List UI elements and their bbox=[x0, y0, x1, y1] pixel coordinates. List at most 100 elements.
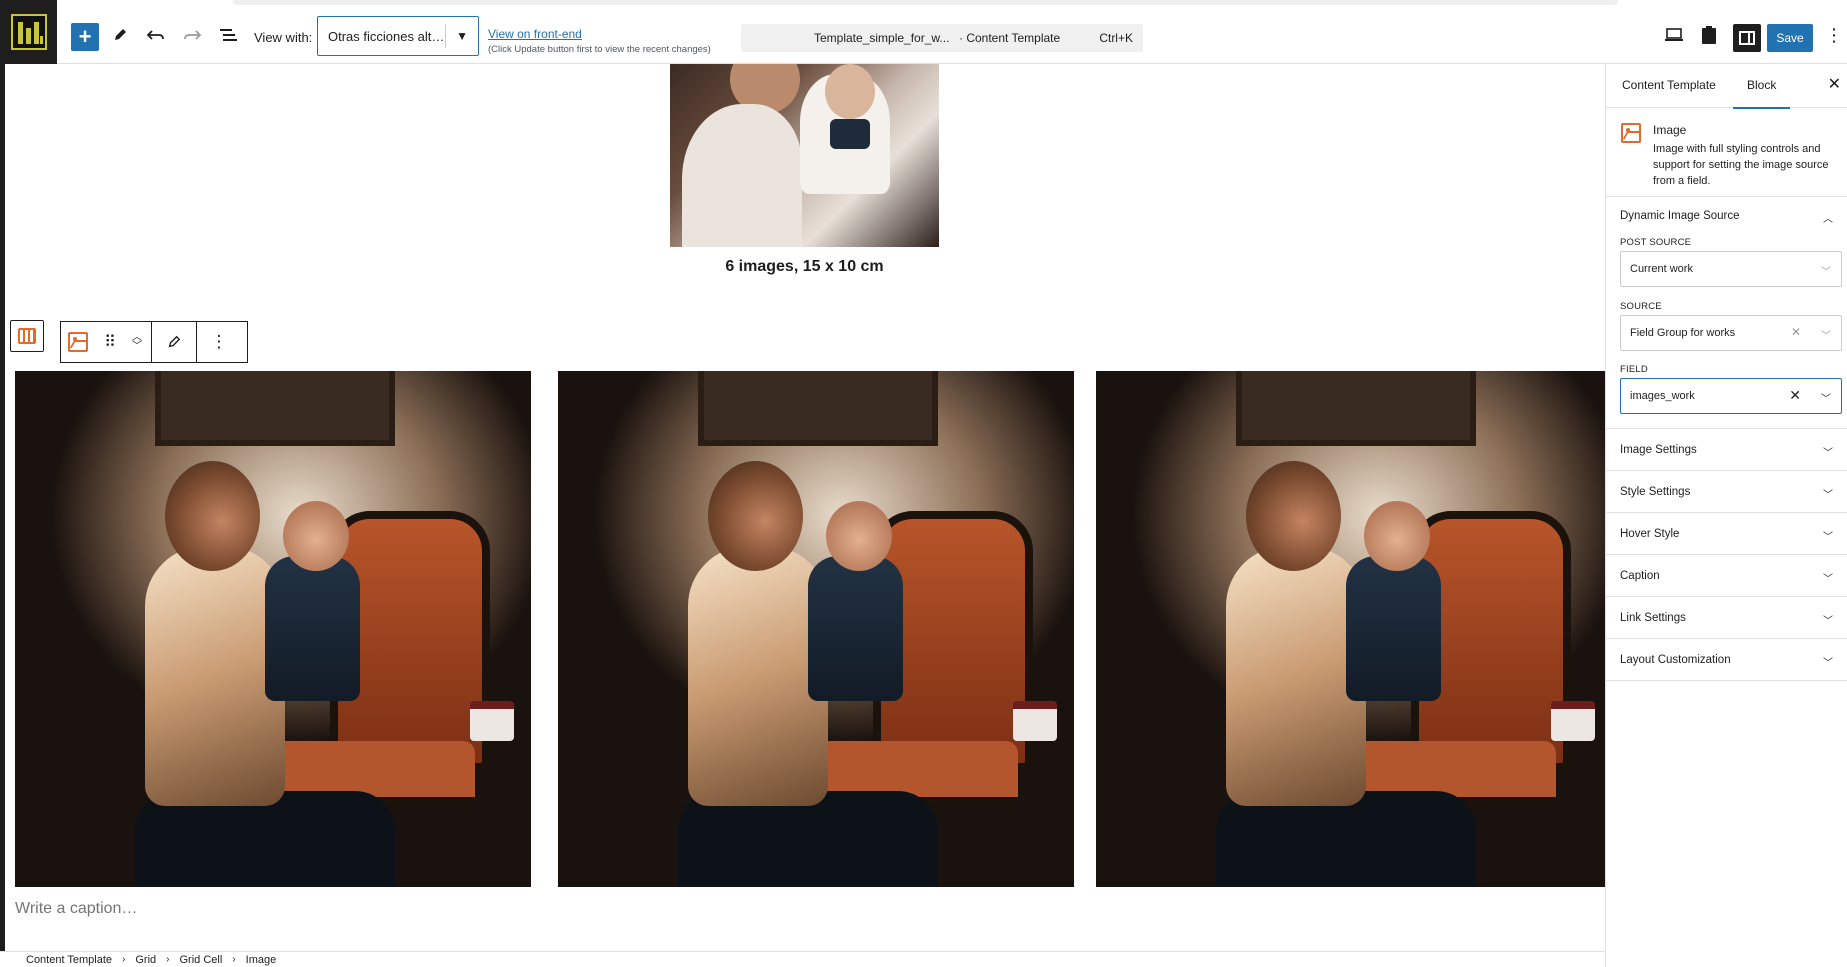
top-image[interactable] bbox=[670, 64, 939, 247]
chevron-right-icon: › bbox=[166, 954, 170, 965]
settings-sidebar: Content Template Block ✕ Image Image wit… bbox=[1605, 64, 1847, 967]
grid-cell-image[interactable] bbox=[558, 371, 1074, 887]
view-with-value: Otras ficciones alter... bbox=[328, 28, 446, 44]
undo-button[interactable] bbox=[142, 21, 170, 49]
breadcrumb-item[interactable]: Content Template bbox=[26, 954, 112, 966]
image-block-icon bbox=[68, 332, 88, 352]
image-block-icon bbox=[1621, 123, 1641, 143]
command-palette-bar[interactable]: Template_simple_for_w... · Content Templ… bbox=[741, 24, 1143, 52]
tab-content-template[interactable]: Content Template bbox=[1622, 78, 1716, 92]
chevron-down-icon: ▼ bbox=[456, 29, 469, 43]
breadcrumb-item[interactable]: Image bbox=[246, 954, 277, 966]
save-button[interactable]: Save bbox=[1767, 24, 1813, 52]
template-settings-button[interactable] bbox=[1695, 21, 1723, 49]
panel-title: Layout Customization bbox=[1620, 654, 1731, 666]
preview-desktop-button[interactable] bbox=[1660, 21, 1688, 49]
more-vertical-icon: ⋮ bbox=[210, 332, 228, 351]
clipboard-icon bbox=[1702, 26, 1716, 44]
drag-handle[interactable]: ⠿ bbox=[95, 322, 123, 362]
block-toolbar-group-main: ⠿ ︿ ﹀ bbox=[61, 322, 152, 362]
field-select[interactable]: images_work ✕ ﹀ bbox=[1620, 378, 1842, 414]
chevron-up-icon[interactable]: ︿ bbox=[1823, 210, 1833, 225]
command-shortcut: Ctrl+K bbox=[1099, 31, 1133, 45]
panel-layout-customization[interactable]: Layout Customization ﹀ bbox=[1606, 639, 1847, 681]
clear-icon[interactable]: ✕ bbox=[1789, 387, 1801, 404]
panel-dynamic-image-source: Dynamic Image Source ︿ POST SOURCE Curre… bbox=[1606, 197, 1847, 429]
block-breadcrumb: Content Template › Grid › Grid Cell › Im… bbox=[0, 951, 1605, 967]
options-button[interactable]: ⋮ bbox=[1820, 21, 1847, 49]
source-value: Field Group for works bbox=[1630, 327, 1736, 339]
source-select[interactable]: Field Group for works ✕ ﹀ bbox=[1620, 315, 1842, 351]
frontend-note: (Click Update button first to view the r… bbox=[488, 44, 711, 55]
grid-block-icon bbox=[18, 328, 36, 344]
plus-icon: + bbox=[78, 24, 92, 49]
document-overview-button[interactable] bbox=[215, 21, 243, 49]
panel-image-settings[interactable]: Image Settings ﹀ bbox=[1606, 429, 1847, 471]
block-mover[interactable]: ︿ ﹀ bbox=[123, 322, 151, 362]
panel-title: Style Settings bbox=[1620, 486, 1691, 498]
close-icon[interactable]: ✕ bbox=[1828, 74, 1841, 94]
template-name: Template_simple_for_w... bbox=[814, 31, 950, 45]
add-block-button[interactable]: + bbox=[71, 23, 99, 51]
block-card-title: Image bbox=[1653, 123, 1687, 137]
top-scrollbar[interactable] bbox=[233, 0, 1618, 5]
pencil-icon bbox=[168, 335, 181, 348]
logo-icon bbox=[10, 14, 47, 50]
list-view-icon bbox=[220, 29, 237, 41]
view-on-frontend-link[interactable]: View on front-end bbox=[488, 27, 582, 41]
grid-cell-image[interactable] bbox=[1096, 371, 1605, 887]
more-vertical-icon: ⋮ bbox=[1825, 24, 1843, 45]
sidebar-icon bbox=[1739, 31, 1755, 45]
block-card-description: Image with full styling controls and sup… bbox=[1653, 143, 1829, 187]
pencil-icon bbox=[115, 29, 126, 40]
panel-link-settings[interactable]: Link Settings ﹀ bbox=[1606, 597, 1847, 639]
editor-canvas: 6 images, 15 x 10 cm ⠿ ︿ ﹀ ⋮ Write a cap… bbox=[0, 64, 1605, 951]
tab-block[interactable]: Block bbox=[1732, 78, 1791, 109]
photo-mother-child bbox=[558, 371, 1074, 887]
edit-block-button[interactable] bbox=[152, 322, 196, 362]
panel-title: Image Settings bbox=[1620, 444, 1697, 456]
sidebar-tabs: Content Template Block ✕ bbox=[1606, 64, 1847, 109]
breadcrumb-item[interactable]: Grid bbox=[135, 954, 156, 966]
panel-title[interactable]: Dynamic Image Source bbox=[1620, 210, 1740, 222]
post-source-label: POST SOURCE bbox=[1620, 237, 1692, 248]
chevron-down-icon: ﹀ bbox=[1823, 448, 1833, 459]
redo-icon bbox=[184, 30, 201, 40]
panel-title: Link Settings bbox=[1620, 612, 1686, 624]
photo-mother-child bbox=[1096, 371, 1605, 887]
post-source-select[interactable]: Current work ﹀ bbox=[1620, 251, 1842, 287]
block-card: Image Image with full styling controls a… bbox=[1606, 108, 1847, 197]
move-down-icon[interactable]: ﹀ bbox=[132, 342, 142, 352]
view-with-select[interactable]: Otras ficciones alter... ▼ bbox=[317, 16, 479, 56]
undo-icon bbox=[147, 30, 164, 40]
image-set-caption: 6 images, 15 x 10 cm bbox=[725, 258, 884, 275]
panel-caption[interactable]: Caption ﹀ bbox=[1606, 555, 1847, 597]
photo-mother-child bbox=[15, 371, 531, 887]
block-toolbar-group-options: ⋮ bbox=[197, 322, 241, 362]
chevron-down-icon: ﹀ bbox=[1823, 532, 1833, 543]
chevron-down-icon: ﹀ bbox=[1823, 658, 1833, 669]
image-grid bbox=[10, 371, 1605, 888]
block-type-button[interactable] bbox=[61, 322, 95, 362]
block-options-button[interactable]: ⋮ bbox=[197, 322, 241, 362]
clear-icon[interactable]: ✕ bbox=[1791, 325, 1801, 339]
block-toolbar: ⠿ ︿ ﹀ ⋮ bbox=[60, 321, 248, 363]
breadcrumb-item[interactable]: Grid Cell bbox=[180, 954, 223, 966]
panel-style-settings[interactable]: Style Settings ﹀ bbox=[1606, 471, 1847, 513]
chevron-down-icon: ﹀ bbox=[1823, 616, 1833, 627]
panel-hover-style[interactable]: Hover Style ﹀ bbox=[1606, 513, 1847, 555]
grid-cell-image[interactable] bbox=[15, 371, 531, 887]
caption-input[interactable]: Write a caption… bbox=[15, 900, 137, 918]
site-logo[interactable] bbox=[0, 0, 57, 64]
template-type: · Content Template bbox=[959, 31, 1061, 45]
editor-header: + View with: Otras ficciones alter... ▼ … bbox=[0, 0, 1847, 64]
view-with-label: View with: bbox=[254, 30, 313, 45]
desktop-icon bbox=[1665, 28, 1683, 41]
settings-sidebar-toggle[interactable] bbox=[1733, 24, 1761, 52]
chevron-right-icon: › bbox=[232, 954, 236, 965]
tools-pencil-button[interactable] bbox=[106, 21, 134, 49]
field-label: FIELD bbox=[1620, 364, 1648, 375]
block-toolbar-group-edit bbox=[152, 322, 197, 362]
redo-button[interactable] bbox=[178, 21, 206, 49]
select-parent-grid-button[interactable] bbox=[10, 320, 44, 352]
